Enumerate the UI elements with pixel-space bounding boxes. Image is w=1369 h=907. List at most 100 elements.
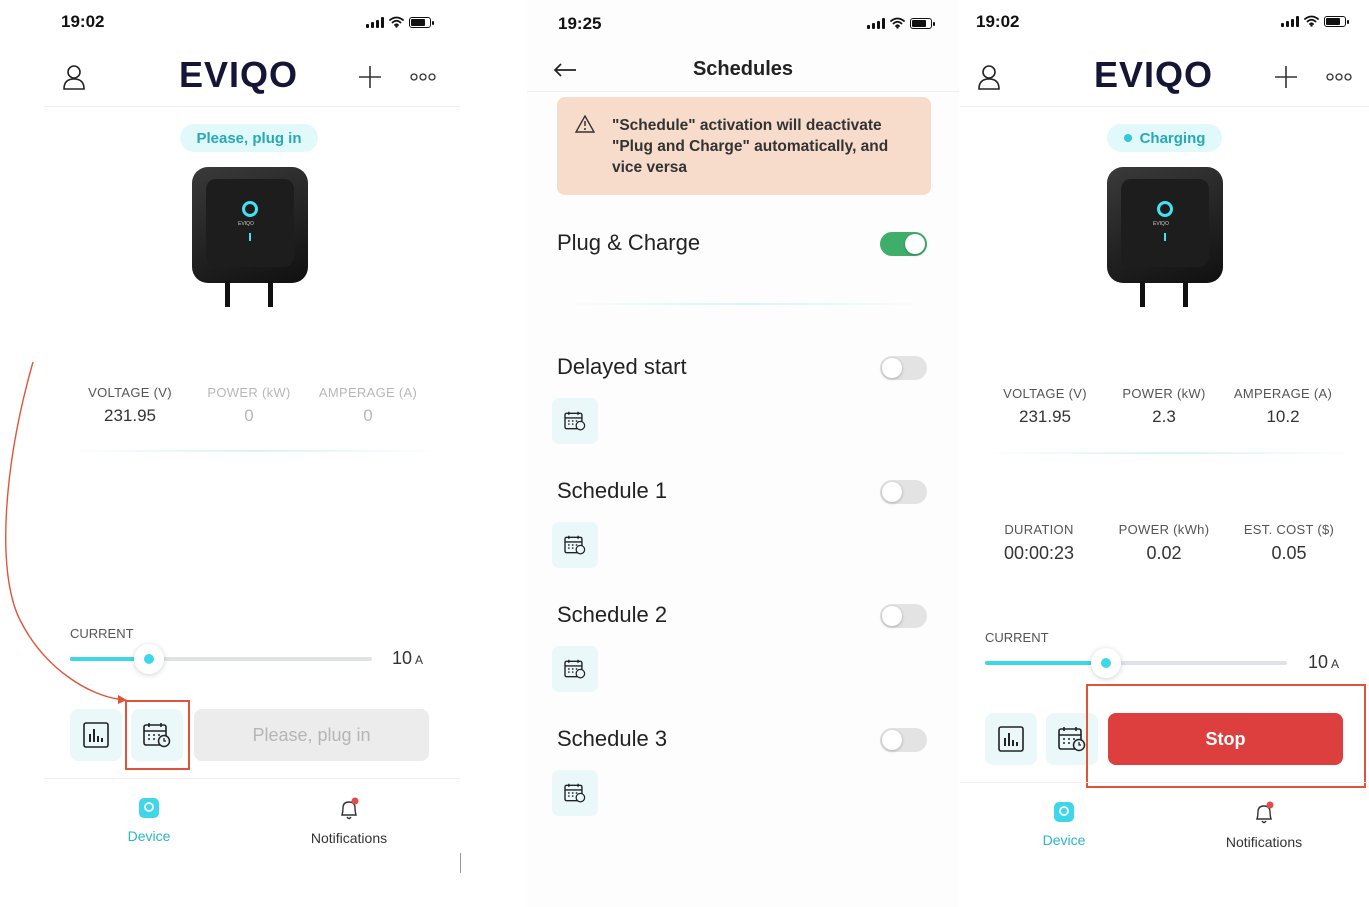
nav-label: Device	[127, 828, 171, 844]
toggle-schedule-3[interactable]	[880, 728, 927, 752]
highlight-box	[1086, 684, 1366, 788]
row-label-schedule-1: Schedule 1	[557, 478, 668, 503]
metric-label: VOLTAGE (V)	[1003, 386, 1087, 401]
session-value: 0.02	[1146, 543, 1182, 563]
status-dot-icon	[1123, 134, 1132, 142]
nav-notifications[interactable]: Notifications	[1214, 801, 1314, 850]
charger-logo-icon	[242, 201, 258, 217]
status-time: 19:25	[558, 14, 602, 33]
system-icons	[867, 17, 935, 29]
add-icon[interactable]	[1274, 65, 1298, 89]
charger-brand: EVIQO	[238, 221, 254, 227]
nav-label: Notifications	[310, 830, 388, 846]
metric-value: 231.95	[1019, 407, 1071, 426]
annotation-arrow-icon	[5, 361, 127, 704]
current-slider[interactable]	[985, 648, 1287, 678]
app-logo: EVIQO	[1094, 54, 1214, 95]
calendar-clock-icon	[1058, 727, 1086, 752]
chart-icon	[83, 722, 109, 748]
current-label: CURRENT	[985, 630, 1049, 645]
schedule-calendar-button[interactable]	[552, 770, 598, 816]
session-energy: POWER (kWh) 0.02	[1109, 522, 1219, 564]
metric-label: POWER (kW)	[1122, 386, 1206, 401]
slider-fill	[985, 661, 1106, 665]
battery-icon	[409, 16, 434, 28]
nav-notifications[interactable]: Notifications	[299, 797, 399, 846]
session-value: 00:00:23	[1003, 543, 1075, 563]
statistics-button[interactable]	[70, 709, 122, 761]
charger-image: EVIQO	[1107, 167, 1223, 307]
current-value: 10 A	[392, 648, 423, 669]
divider	[460, 853, 461, 873]
session-label: DURATION	[1004, 522, 1074, 537]
battery-icon	[910, 17, 935, 29]
bell-icon	[341, 797, 359, 820]
metric-value: 2.3	[1152, 407, 1176, 426]
divider	[985, 452, 1355, 454]
profile-icon[interactable]	[62, 64, 86, 90]
add-icon[interactable]	[358, 65, 382, 89]
session-value: 0.05	[1271, 543, 1307, 563]
status-text: Charging	[1139, 129, 1206, 147]
device-icon	[139, 798, 159, 818]
row-label-schedule-2: Schedule 2	[557, 602, 668, 627]
bell-icon	[1256, 801, 1274, 824]
row-label-schedule-3: Schedule 3	[557, 726, 668, 751]
status-pill: Charging	[1107, 124, 1222, 152]
current-value: 10 A	[1308, 652, 1339, 673]
warning-banner: "Schedule" activation will deactivate "P…	[557, 97, 931, 195]
row-label-delayed-start: Delayed start	[557, 354, 687, 379]
schedule-calendar-button[interactable]	[552, 522, 598, 568]
highlight-box	[125, 700, 190, 770]
schedule-calendar-button[interactable]	[552, 646, 598, 692]
schedule-calendar-button[interactable]	[552, 398, 598, 444]
status-time: 19:02	[976, 12, 1020, 31]
row-label-plug-charge: Plug & Charge	[557, 230, 701, 255]
metric-power: POWER (kW) 0	[199, 385, 299, 426]
metric-label: AMPERAGE (A)	[318, 385, 418, 400]
screen-device-idle: 19:02 EVIQO Please, plug in EVIQO VOLTAG…	[0, 0, 461, 907]
session-duration: DURATION 00:00:23	[984, 522, 1094, 564]
toggle-plug-charge[interactable]	[880, 232, 927, 256]
current-number: 10	[1308, 652, 1329, 672]
calendar-clock-icon	[564, 783, 586, 803]
statistics-button[interactable]	[985, 713, 1037, 765]
metric-amperage: AMPERAGE (A) 0	[313, 385, 423, 426]
chart-icon	[998, 726, 1024, 752]
profile-icon[interactable]	[977, 64, 1001, 90]
signal-icon	[1281, 15, 1299, 27]
toggle-schedule-1[interactable]	[880, 480, 927, 504]
metric-amperage: AMPERAGE (A) 10.2	[1228, 386, 1338, 427]
status-bar: 19:25	[527, 12, 959, 34]
current-unit: A	[1331, 657, 1340, 671]
warning-icon	[575, 115, 595, 133]
wifi-icon	[389, 16, 404, 28]
current-number: 10	[392, 648, 413, 668]
more-icon[interactable]	[1326, 73, 1352, 81]
slider-knob[interactable]	[1090, 648, 1121, 678]
signal-icon	[867, 17, 885, 29]
charger-image: EVIQO	[192, 167, 308, 307]
current-unit: A	[415, 653, 424, 667]
status-time: 19:02	[61, 12, 105, 31]
metric-label: AMPERAGE (A)	[1233, 386, 1333, 401]
screen-schedules: 19:25 Schedules "Schedule" activation wi…	[527, 0, 959, 907]
nav-device[interactable]: Device	[1024, 801, 1104, 848]
bottom-nav: Device Notifications	[960, 782, 1369, 852]
toggle-delayed-start[interactable]	[880, 356, 927, 380]
warning-text: "Schedule" activation will deactivate "P…	[612, 117, 889, 176]
status-bar: 19:02	[960, 12, 1369, 34]
session-label: POWER (kWh)	[1118, 522, 1210, 537]
battery-icon	[1324, 15, 1349, 27]
charger-brand: EVIQO	[1153, 221, 1169, 227]
more-icon[interactable]	[410, 73, 436, 81]
metric-value: 0	[363, 406, 373, 425]
toggle-schedule-2[interactable]	[880, 604, 927, 628]
metric-label: POWER (kW)	[207, 385, 291, 400]
nav-device[interactable]: Device	[109, 797, 189, 844]
plug-in-button[interactable]: Please, plug in	[194, 709, 429, 761]
app-header: EVIQO	[44, 50, 460, 107]
bottom-nav: Device Notifications	[44, 778, 460, 848]
calendar-clock-icon	[564, 659, 586, 679]
metric-voltage: VOLTAGE (V) 231.95	[995, 386, 1095, 427]
